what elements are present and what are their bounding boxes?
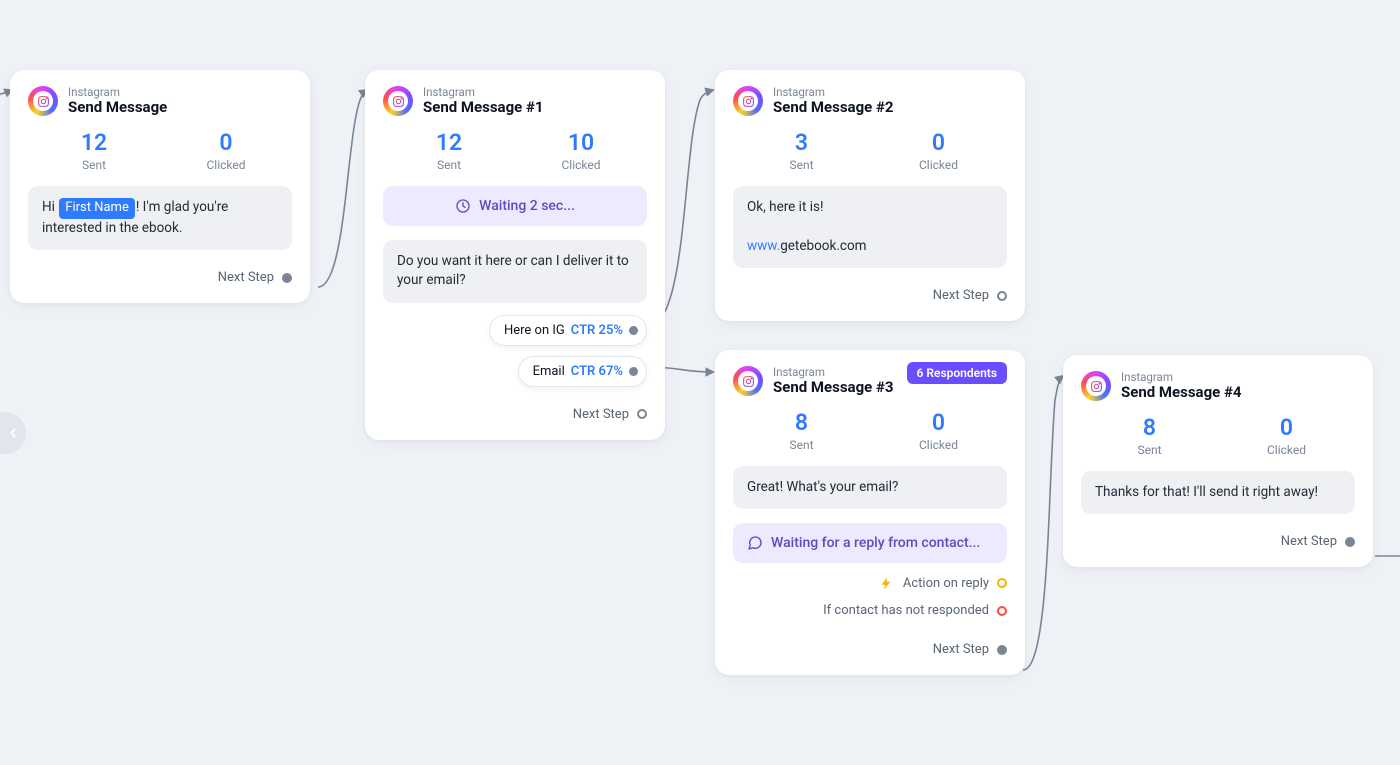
condition-port[interactable] [997,578,1007,588]
message-link[interactable]: www. [747,238,780,254]
bolt-icon [879,575,895,591]
card-title: Send Message #3 [773,379,893,396]
next-step-label: Next Step [1281,534,1337,549]
condition-action-on-reply[interactable]: Action on reply [733,575,1007,591]
quick-reply-email[interactable]: Email CTR 67% [518,356,647,387]
stat-sent: 3 Sent [733,130,870,171]
next-step-label: Next Step [573,407,629,422]
flow-card-send-message-1[interactable]: Instagram Send Message #1 12 Sent 10 Cli… [365,70,665,440]
waiting-for-reply[interactable]: Waiting for a reply from contact... [733,523,1007,563]
respondents-badge: 6 Respondents [907,362,1007,384]
instagram-icon [28,86,58,116]
next-step-label: Next Step [933,288,989,303]
card-title: Send Message #4 [1121,384,1241,401]
next-step-port[interactable] [997,645,1007,655]
waiting-delay[interactable]: Waiting 2 sec... [383,186,647,226]
instagram-icon [383,86,413,116]
quick-reply-here-on-ig[interactable]: Here on IG CTR 25% [489,315,647,346]
quick-reply-port[interactable] [629,367,638,376]
flow-card-send-message[interactable]: Instagram Send Message 12 Sent 0 Clicked… [10,70,310,303]
instagram-icon [733,366,763,396]
stat-clicked: 0 Clicked [870,130,1007,171]
instagram-icon [733,86,763,116]
stat-sent: 8 Sent [1081,415,1218,456]
message-preview[interactable]: Ok, here it is! www.getebook.com [733,186,1007,269]
flow-card-send-message-4[interactable]: Instagram Send Message #4 8 Sent 0 Click… [1063,355,1373,567]
card-title: Send Message [68,99,167,116]
card-title: Send Message #1 [423,99,543,116]
flow-card-send-message-2[interactable]: Instagram Send Message #2 3 Sent 0 Click… [715,70,1025,321]
message-preview[interactable]: Do you want it here or can I deliver it … [383,240,647,303]
variable-chip-first-name[interactable]: First Name [59,198,135,219]
message-preview[interactable]: Great! What's your email? [733,466,1007,510]
stat-clicked: 0 Clicked [160,130,292,171]
flow-card-send-message-3[interactable]: 6 Respondents Instagram Send Message #3 … [715,350,1025,675]
message-preview[interactable]: Thanks for that! I'll send it right away… [1081,471,1355,515]
back-button[interactable] [0,412,26,454]
stat-sent: 8 Sent [733,410,870,451]
stat-clicked: 0 Clicked [870,410,1007,451]
message-preview[interactable]: Hi First Name! I'm glad you're intereste… [28,186,292,250]
condition-port[interactable] [997,606,1007,616]
chat-icon [747,535,763,551]
next-step-port[interactable] [637,409,647,419]
quick-reply-port[interactable] [629,326,638,335]
instagram-icon [1081,371,1111,401]
stat-sent: 12 Sent [28,130,160,171]
next-step-port[interactable] [282,273,292,283]
next-step-label: Next Step [218,270,274,285]
stat-sent: 12 Sent [383,130,515,171]
stat-clicked: 0 Clicked [1218,415,1355,456]
card-title: Send Message #2 [773,99,893,116]
next-step-port[interactable] [997,291,1007,301]
next-step-port[interactable] [1345,537,1355,547]
condition-no-response[interactable]: If contact has not responded [733,603,1007,618]
stat-clicked: 10 Clicked [515,130,647,171]
next-step-label: Next Step [933,642,989,657]
clock-icon [455,198,471,214]
